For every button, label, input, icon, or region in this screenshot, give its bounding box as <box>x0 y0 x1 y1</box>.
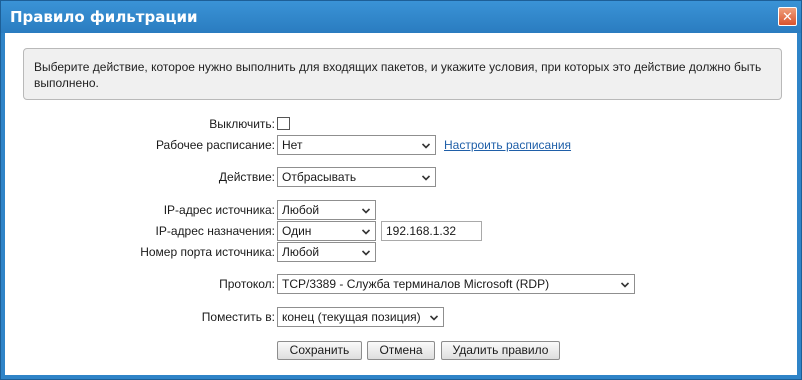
chevron-down-icon <box>362 208 370 214</box>
protocol-value: TCP/3389 - Служба терминалов Microsoft (… <box>282 277 550 291</box>
disable-label: Выключить: <box>209 117 275 131</box>
position-value: конец (текущая позиция) <box>282 310 421 324</box>
action-select[interactable]: Отбрасывать <box>277 167 436 187</box>
source-ip-label: IP-адрес источника: <box>163 203 275 217</box>
position-label: Поместить в: <box>201 310 275 324</box>
source-port-label: Номер порта источника: <box>140 245 275 259</box>
source-ip-value: Любой <box>282 203 320 217</box>
schedule-select[interactable]: Нет <box>277 135 436 155</box>
destination-ip-address-field[interactable]: 192.168.1.32 <box>381 221 482 241</box>
schedule-value: Нет <box>282 138 303 152</box>
schedule-label: Рабочее расписание: <box>155 138 275 152</box>
protocol-label: Протокол: <box>219 277 275 291</box>
info-box: Выберите действие, которое нужно выполни… <box>23 48 782 100</box>
destination-ip-address-value: 192.168.1.32 <box>386 224 457 238</box>
chevron-down-icon <box>430 315 438 321</box>
chevron-down-icon <box>422 175 430 181</box>
close-button[interactable]: ✕ <box>778 7 797 26</box>
action-label: Действие: <box>218 170 275 184</box>
position-select[interactable]: конец (текущая позиция) <box>277 307 444 327</box>
source-port-select[interactable]: Любой <box>277 242 376 262</box>
chevron-down-icon <box>362 250 370 256</box>
dialog-title: Правило фильтрации <box>10 8 198 26</box>
delete-rule-button[interactable]: Удалить правило <box>441 341 560 360</box>
close-icon: ✕ <box>782 9 793 24</box>
chevron-down-icon <box>362 229 370 235</box>
info-text: Выберите действие, которое нужно выполни… <box>34 60 762 90</box>
cancel-button[interactable]: Отмена <box>367 341 435 360</box>
configure-schedules-link[interactable]: Настроить расписания <box>444 137 571 153</box>
destination-ip-label: IP-адрес назначения: <box>155 224 275 238</box>
source-port-value: Любой <box>282 245 320 259</box>
chevron-down-icon <box>422 143 430 149</box>
action-value: Отбрасывать <box>282 170 357 184</box>
filter-rule-dialog: Правило фильтрации ✕ Выберите действие, … <box>0 0 802 380</box>
save-button[interactable]: Сохранить <box>277 341 362 360</box>
disable-checkbox[interactable] <box>277 117 290 130</box>
source-ip-select[interactable]: Любой <box>277 200 376 220</box>
protocol-select[interactable]: TCP/3389 - Служба терминалов Microsoft (… <box>277 274 635 294</box>
destination-ip-select[interactable]: Один <box>277 221 376 241</box>
destination-ip-value: Один <box>282 224 312 238</box>
chevron-down-icon <box>621 282 629 288</box>
dialog-body: Выберите действие, которое нужно выполни… <box>5 33 797 375</box>
title-bar: Правило фильтрации ✕ <box>1 1 801 33</box>
